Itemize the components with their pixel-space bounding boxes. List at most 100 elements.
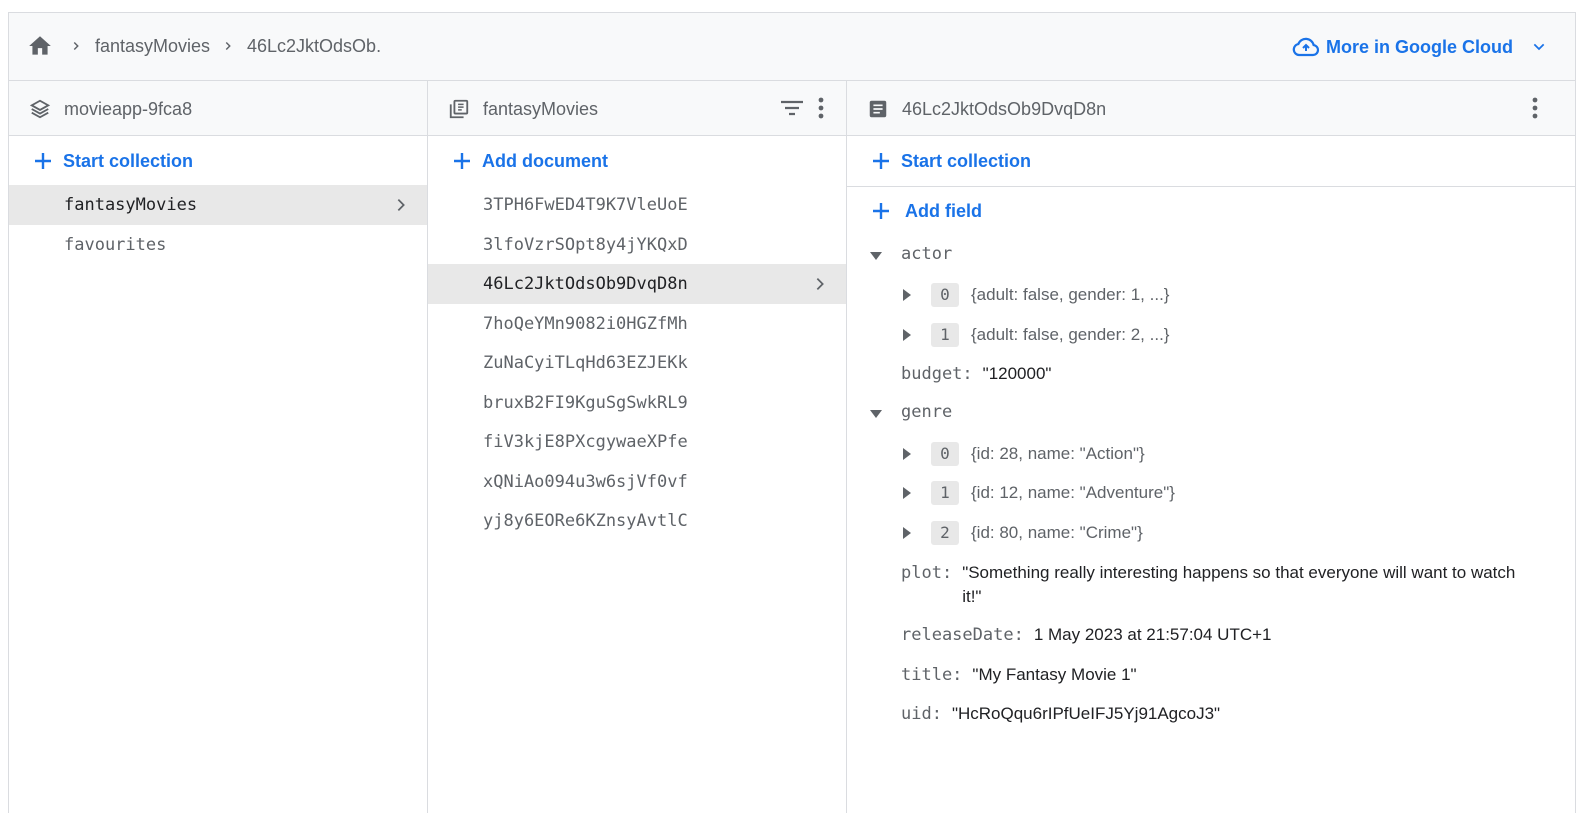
- array-item: 2 {id: 80, name: "Crime"}: [931, 521, 1143, 545]
- expand-triangle-icon[interactable]: [900, 526, 914, 540]
- document-id: yj8y6EORe6KZnsyAvtlC: [483, 511, 688, 531]
- document-item[interactable]: 3TPH6FwED4T9K7VleUoE: [428, 185, 846, 225]
- collection-title: fantasyMovies: [483, 99, 599, 119]
- chevron-right-icon: [225, 41, 231, 51]
- chevron-right-icon: [816, 278, 824, 290]
- document-header: 46Lc2JktOdsOb9DvqD8n: [847, 81, 1575, 136]
- filter-icon[interactable]: [779, 98, 805, 118]
- document-title: 46Lc2JktOdsOb9DvqD8n: [902, 99, 1107, 119]
- breadcrumb-document[interactable]: 46Lc2JktOdsOb.: [247, 36, 381, 57]
- field-budget: budget: "120000": [901, 364, 1051, 384]
- array-index: 0: [931, 283, 959, 307]
- array-index: 0: [931, 442, 959, 466]
- add-field-button[interactable]: Add field: [871, 196, 982, 226]
- array-value: {adult: false, gender: 1, ...}: [971, 285, 1170, 304]
- field-value: "120000": [982, 364, 1052, 383]
- field-key: actor: [901, 244, 953, 264]
- firestore-stack-icon: [29, 99, 51, 119]
- array-value: {adult: false, gender: 2, ...}: [971, 325, 1170, 344]
- breadcrumb-collection[interactable]: fantasyMovies: [95, 36, 210, 57]
- collection-header: fantasyMovies: [428, 81, 846, 136]
- expand-triangle-icon[interactable]: [900, 486, 914, 500]
- array-item: 0 {id: 28, name: "Action"}: [931, 442, 1145, 466]
- field-key: genre: [901, 402, 953, 422]
- field-key: uid:: [901, 704, 942, 724]
- document-item[interactable]: 3lfoVzrSOpt8y4jYKQxD: [428, 225, 846, 265]
- add-document-button[interactable]: Add document: [452, 146, 608, 176]
- chevron-right-icon: [397, 199, 405, 211]
- more-vert-icon[interactable]: [818, 97, 824, 119]
- firestore-data-viewer: fantasyMovies 46Lc2JktOdsOb. More in Goo…: [8, 12, 1576, 813]
- expand-triangle-icon[interactable]: [900, 328, 914, 342]
- field-key: budget:: [901, 364, 973, 384]
- start-collection-button[interactable]: Start collection: [33, 146, 193, 176]
- start-collection-label: Start collection: [63, 150, 194, 171]
- plus-icon: [35, 153, 51, 169]
- array-item: 1 {id: 12, name: "Adventure"}: [931, 481, 1175, 505]
- document-item-selected[interactable]: 46Lc2JktOdsOb9DvqD8n: [428, 264, 846, 304]
- cloud-icon: [1292, 37, 1320, 57]
- collection-item-favourites[interactable]: favourites: [9, 225, 427, 265]
- start-subcollection-button[interactable]: Start collection: [871, 146, 1031, 176]
- array-value: {id: 80, name: "Crime"}: [971, 523, 1143, 542]
- project-header: movieapp-9fca8: [9, 81, 427, 136]
- breadcrumb-bar: fantasyMovies 46Lc2JktOdsOb. More in Goo…: [9, 13, 1575, 81]
- array-index: 1: [931, 481, 959, 505]
- array-item: 0 {adult: false, gender: 1, ...}: [931, 283, 1169, 307]
- array-item: 1 {adult: false, gender: 2, ...}: [931, 323, 1169, 347]
- document-column: 46Lc2JktOdsOb9DvqD8n Start collection Ad…: [847, 81, 1575, 813]
- collection-item-label: fantasyMovies: [64, 195, 198, 215]
- chevron-down-icon: [1533, 43, 1545, 51]
- document-item[interactable]: bruxB2FI9KguSgSwkRL9: [428, 383, 846, 423]
- collapse-triangle-icon[interactable]: [869, 249, 883, 263]
- add-document-label: Add document: [482, 150, 608, 171]
- document-id: 46Lc2JktOdsOb9DvqD8n: [483, 274, 688, 294]
- plus-icon: [454, 153, 470, 169]
- plus-icon: [873, 153, 889, 169]
- field-key: releaseDate:: [901, 625, 1024, 645]
- collection-item-fantasymovies[interactable]: fantasyMovies: [9, 185, 427, 225]
- field-value: "My Fantasy Movie 1": [972, 665, 1137, 684]
- document-id: 7hoQeYMn9082i0HGZfMh: [483, 314, 688, 334]
- project-title: movieapp-9fca8: [64, 99, 193, 119]
- document-icon: [869, 100, 887, 118]
- field-title: title: "My Fantasy Movie 1": [901, 665, 1137, 685]
- collection-item-label: favourites: [64, 235, 167, 255]
- field-genre: genre: [901, 402, 952, 422]
- field-key: plot:: [901, 563, 953, 583]
- document-id: 3TPH6FwED4T9K7VleUoE: [483, 195, 688, 215]
- home-icon[interactable]: [27, 33, 53, 59]
- field-releasedate: releaseDate: 1 May 2023 at 21:57:04 UTC+…: [901, 625, 1272, 645]
- document-id: 3lfoVzrSOpt8y4jYKQxD: [483, 235, 688, 255]
- document-item[interactable]: fiV3kjE8PXcgywaeXPfe: [428, 422, 846, 462]
- expand-triangle-icon[interactable]: [900, 288, 914, 302]
- field-uid: uid: "HcRoQqu6rIPfUeIFJ5Yj91AgcoJ3": [901, 704, 1220, 724]
- collection-column: fantasyMovies Add document 3TPH6FwED4T9K…: [428, 81, 847, 813]
- project-column: movieapp-9fca8 Start collection fantasyM…: [9, 81, 428, 813]
- add-field-label: Add field: [905, 200, 982, 221]
- start-collection-label: Start collection: [901, 150, 1032, 171]
- document-item[interactable]: 7hoQeYMn9082i0HGZfMh: [428, 304, 846, 344]
- plus-icon: [873, 203, 889, 219]
- array-value: {id: 12, name: "Adventure"}: [971, 483, 1175, 502]
- more-in-google-cloud-label: More in Google Cloud: [1326, 36, 1513, 57]
- collection-icon: [449, 99, 469, 119]
- more-vert-icon[interactable]: [1532, 97, 1538, 119]
- array-index: 1: [931, 323, 959, 347]
- field-key: title:: [901, 665, 963, 685]
- document-id: ZuNaCyiTLqHd63EZJEKk: [483, 353, 688, 373]
- document-item[interactable]: xQNiAo094u3w6sjVf0vf: [428, 462, 846, 502]
- field-value: "Something really interesting happens so…: [962, 563, 1516, 606]
- field-actor: actor: [901, 244, 952, 264]
- document-item[interactable]: ZuNaCyiTLqHd63EZJEKk: [428, 343, 846, 383]
- field-value: 1 May 2023 at 21:57:04 UTC+1: [1033, 625, 1272, 644]
- expand-triangle-icon[interactable]: [900, 447, 914, 461]
- document-id: xQNiAo094u3w6sjVf0vf: [483, 472, 688, 492]
- divider: [847, 186, 1575, 187]
- document-item[interactable]: yj8y6EORe6KZnsyAvtlC: [428, 501, 846, 541]
- chevron-right-icon: [73, 41, 79, 51]
- array-value: {id: 28, name: "Action"}: [971, 444, 1145, 463]
- collapse-triangle-icon[interactable]: [869, 407, 883, 421]
- more-in-google-cloud-button[interactable]: More in Google Cloud: [1292, 35, 1547, 59]
- field-plot: plot: "Something really interesting happ…: [901, 561, 1532, 609]
